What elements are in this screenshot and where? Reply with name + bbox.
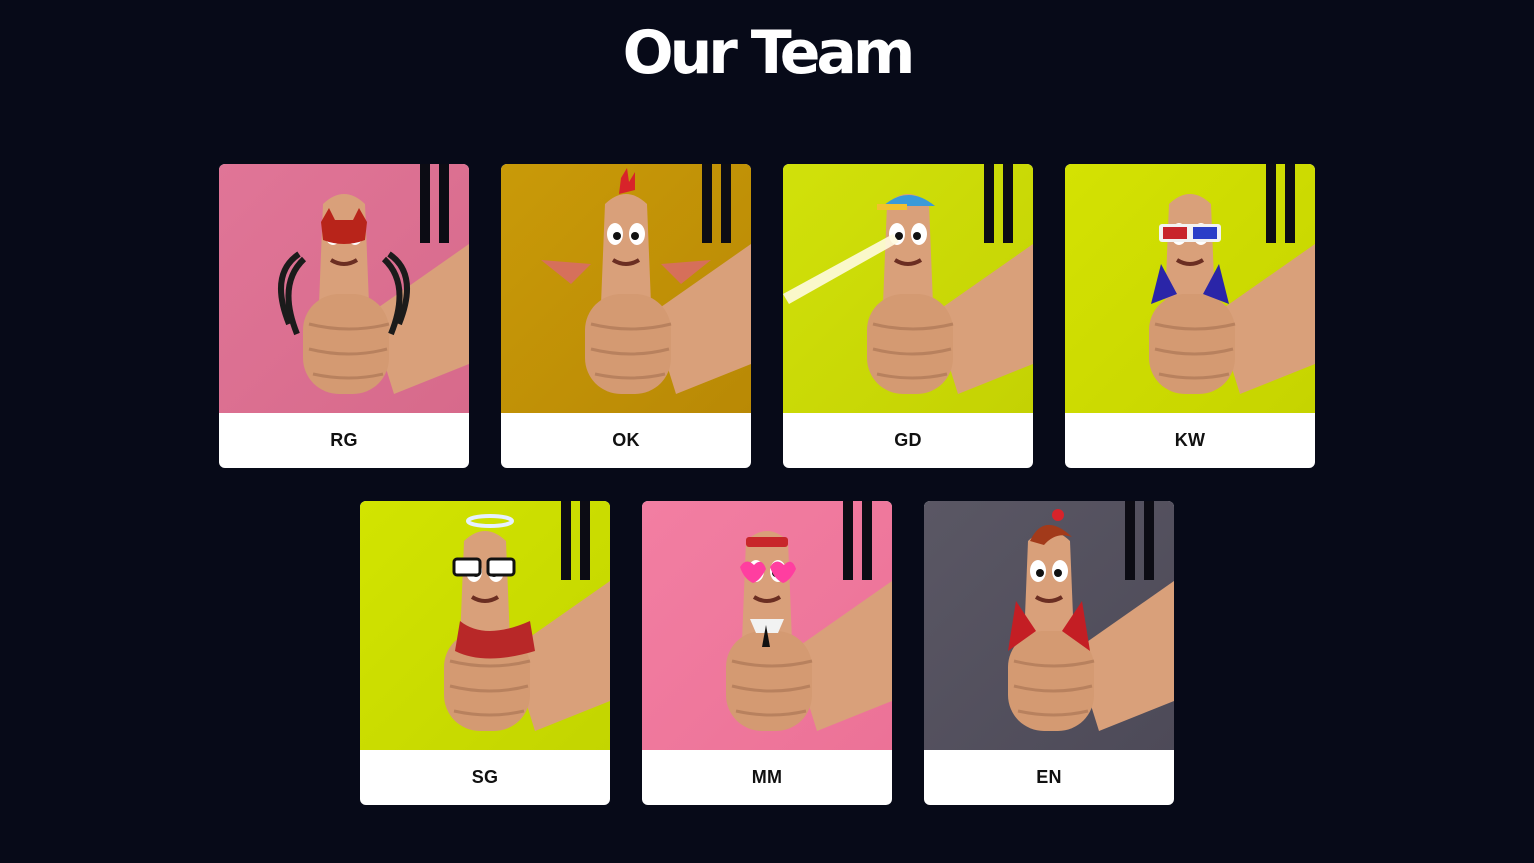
team-card[interactable]: SG [360, 501, 610, 805]
thumbs-up-halo-glasses-scarf-avatar [360, 501, 610, 750]
avatar-image [1065, 164, 1315, 413]
team-card[interactable]: GD [783, 164, 1033, 468]
thumbs-up-devil-mask-wings-avatar [219, 164, 469, 413]
avatar-image [642, 501, 892, 750]
team-card[interactable]: RG [219, 164, 469, 468]
team-card[interactable]: KW [1065, 164, 1315, 468]
team-card[interactable]: MM [642, 501, 892, 805]
avatar-image [924, 501, 1174, 750]
stripe-decoration [843, 501, 853, 580]
stripe-decoration [420, 164, 430, 243]
member-initials: RG [330, 430, 358, 450]
team-row-1: RG OK GD KW [0, 164, 1534, 468]
page-title: Our Team [622, 18, 916, 88]
member-initials: EN [1036, 767, 1062, 787]
member-initials: KW [1174, 430, 1206, 450]
member-initials: OK [612, 430, 640, 450]
team-card[interactable]: OK [501, 164, 751, 468]
avatar-image [219, 164, 469, 413]
stripe-decoration [702, 164, 712, 243]
thumbs-up-heart-glasses-tie-avatar [642, 501, 892, 750]
thumbs-up-mohawk-bat-wings-avatar [501, 164, 751, 413]
member-initials: GD [894, 430, 922, 450]
team-card[interactable]: EN [924, 501, 1174, 805]
thumbs-up-3d-glasses-cape-avatar [1065, 164, 1315, 413]
team-page: Our Team RG OK GD KW SG MM EN [0, 0, 1534, 863]
stripe-decoration [561, 501, 571, 580]
avatar-image [360, 501, 610, 750]
member-initials: SG [471, 767, 499, 787]
avatar-image [501, 164, 751, 413]
avatar-image [783, 164, 1033, 413]
thumbs-up-cap-laser-eye-avatar [783, 164, 1033, 413]
stripe-decoration [1266, 164, 1276, 243]
team-row-2: SG MM EN [0, 501, 1534, 805]
stripe-decoration [984, 164, 994, 243]
stripe-decoration [1125, 501, 1135, 580]
thumbs-up-vampire-cape-avatar [924, 501, 1174, 750]
member-initials: MM [751, 767, 783, 787]
